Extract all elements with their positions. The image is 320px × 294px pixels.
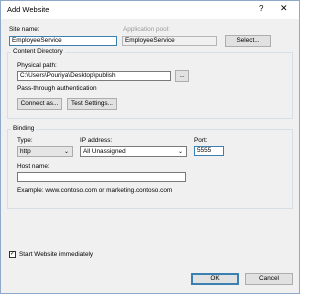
- test-settings-button[interactable]: Test Settings...: [67, 98, 117, 110]
- content-directory-title: Content Directory: [11, 48, 65, 55]
- pass-through-auth-text: Pass-through authentication: [17, 85, 97, 92]
- ok-button[interactable]: OK: [191, 273, 239, 285]
- app-pool-field: EmployeeService: [122, 36, 217, 46]
- select-pool-button[interactable]: Select...: [225, 35, 271, 47]
- ip-address-value: All Unassigned: [83, 148, 126, 155]
- help-icon[interactable]: ?: [259, 4, 263, 13]
- start-immediately-checkbox[interactable]: ✓: [9, 251, 16, 258]
- browse-button[interactable]: ...: [175, 70, 189, 82]
- physical-path-input[interactable]: C:\Users\Pouriya\Desktop\publish: [17, 71, 171, 81]
- port-label: Port:: [194, 137, 208, 144]
- app-pool-label: Application pool:: [123, 26, 170, 33]
- site-name-input[interactable]: EmployeeService: [9, 36, 117, 46]
- start-immediately-label: Start Website immediately: [19, 251, 94, 258]
- type-value: http: [20, 148, 31, 155]
- chevron-down-icon: ⌄: [63, 149, 69, 155]
- dialog-title: Add Website: [7, 5, 50, 14]
- ip-address-select[interactable]: All Unassigned ⌄: [80, 146, 187, 157]
- physical-path-label: Physical path:: [17, 62, 57, 69]
- host-name-label: Host name:: [17, 163, 50, 170]
- add-website-dialog: Add Website ? ✕ Site name: EmployeeServi…: [0, 0, 300, 294]
- host-name-input[interactable]: [17, 172, 186, 182]
- site-name-label: Site name:: [9, 26, 40, 33]
- binding-title: Binding: [11, 125, 37, 132]
- chevron-down-icon: ⌄: [177, 149, 183, 155]
- ip-address-label: IP address:: [80, 137, 113, 144]
- port-input[interactable]: 5555: [194, 146, 224, 156]
- type-select[interactable]: http ⌄: [17, 146, 73, 157]
- type-label: Type:: [17, 137, 33, 144]
- title-bar: Add Website ? ✕: [1, 1, 299, 19]
- close-icon[interactable]: ✕: [280, 3, 288, 14]
- cancel-button[interactable]: Cancel: [245, 273, 293, 285]
- host-name-example: Example: www.contoso.com or marketing.co…: [17, 187, 173, 194]
- connect-as-button[interactable]: Connect as...: [17, 98, 62, 110]
